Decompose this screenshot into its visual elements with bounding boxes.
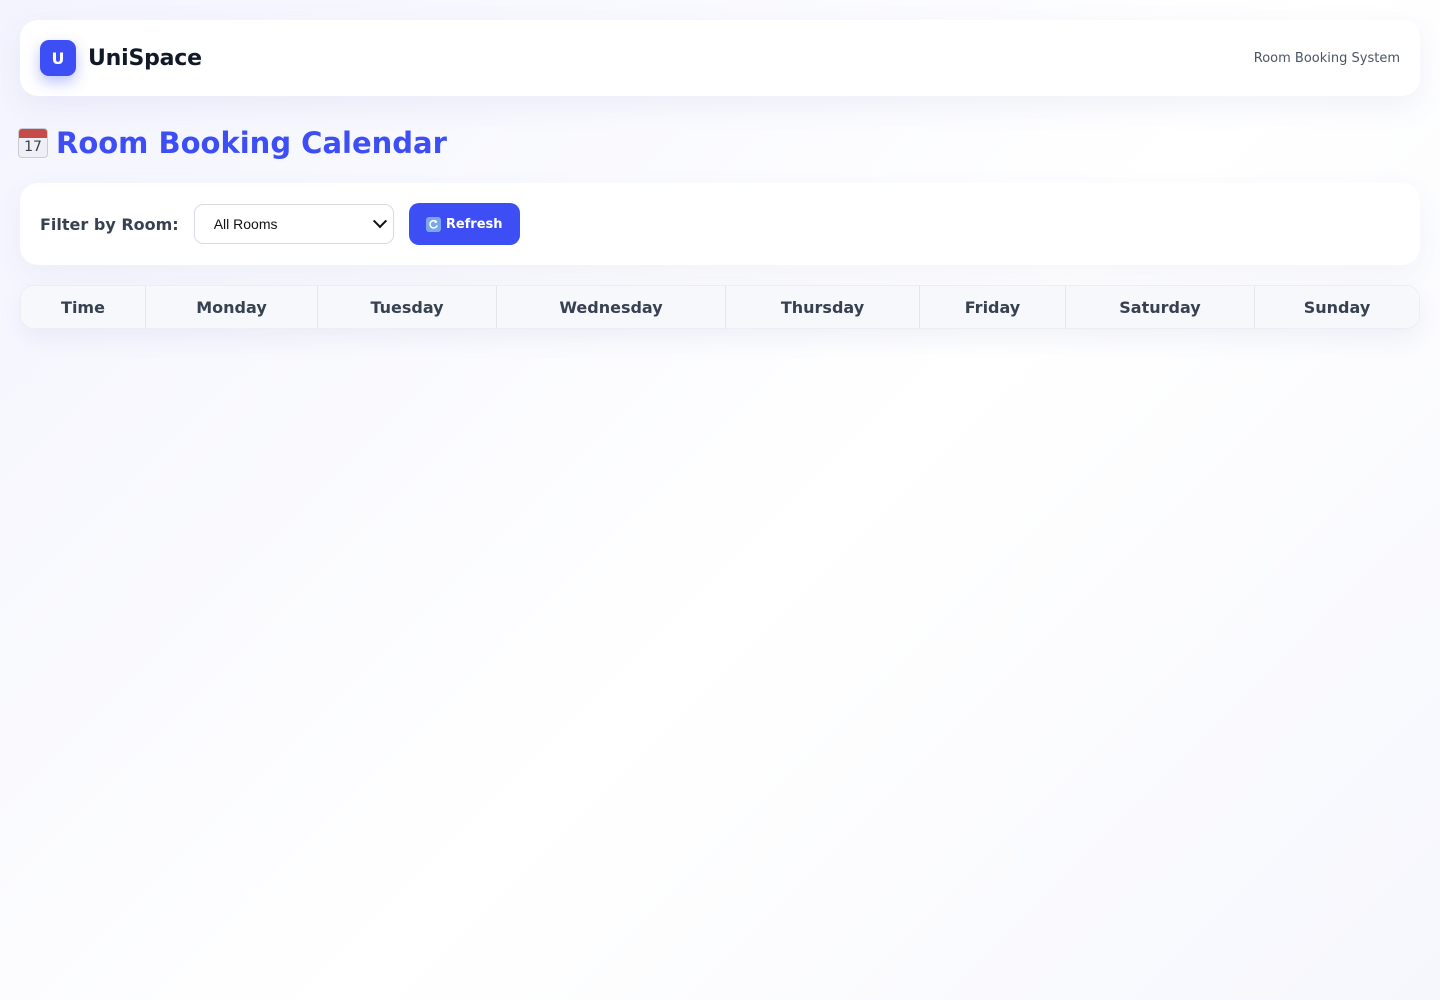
column-header-tuesday: Tuesday [318,286,497,328]
column-header-monday: Monday [146,286,318,328]
refresh-label: Refresh [445,216,503,232]
page-title-row: 17 Room Booking Calendar [18,126,447,160]
app-header: U UniSpace Room Booking System [20,20,1420,96]
calendar-icon: 17 [18,128,48,158]
brand[interactable]: U UniSpace [40,40,202,76]
column-header-thursday: Thursday [726,286,920,328]
column-header-wednesday: Wednesday [497,286,726,328]
filter-label: Filter by Room: [40,214,179,234]
column-header-saturday: Saturday [1066,286,1255,328]
brand-name: UniSpace [88,45,202,71]
refresh-button[interactable]: Refresh [408,203,520,245]
room-filter-select[interactable]: All Rooms [193,204,394,244]
chevron-down-icon [372,214,387,229]
logo: U [40,40,76,76]
filter-bar: Filter by Room: All Rooms Refresh [20,183,1420,265]
column-header-time: Time [21,286,146,328]
refresh-icon [425,216,441,232]
header-subtitle: Room Booking System [1253,50,1400,66]
page-title: Room Booking Calendar [56,126,447,160]
calendar-table: Time Monday Tuesday Wednesday Thursday F… [20,285,1420,329]
room-filter-value: All Rooms [213,216,278,232]
column-header-sunday: Sunday [1255,286,1419,328]
calendar-icon-day: 17 [24,139,42,155]
column-header-friday: Friday [920,286,1066,328]
